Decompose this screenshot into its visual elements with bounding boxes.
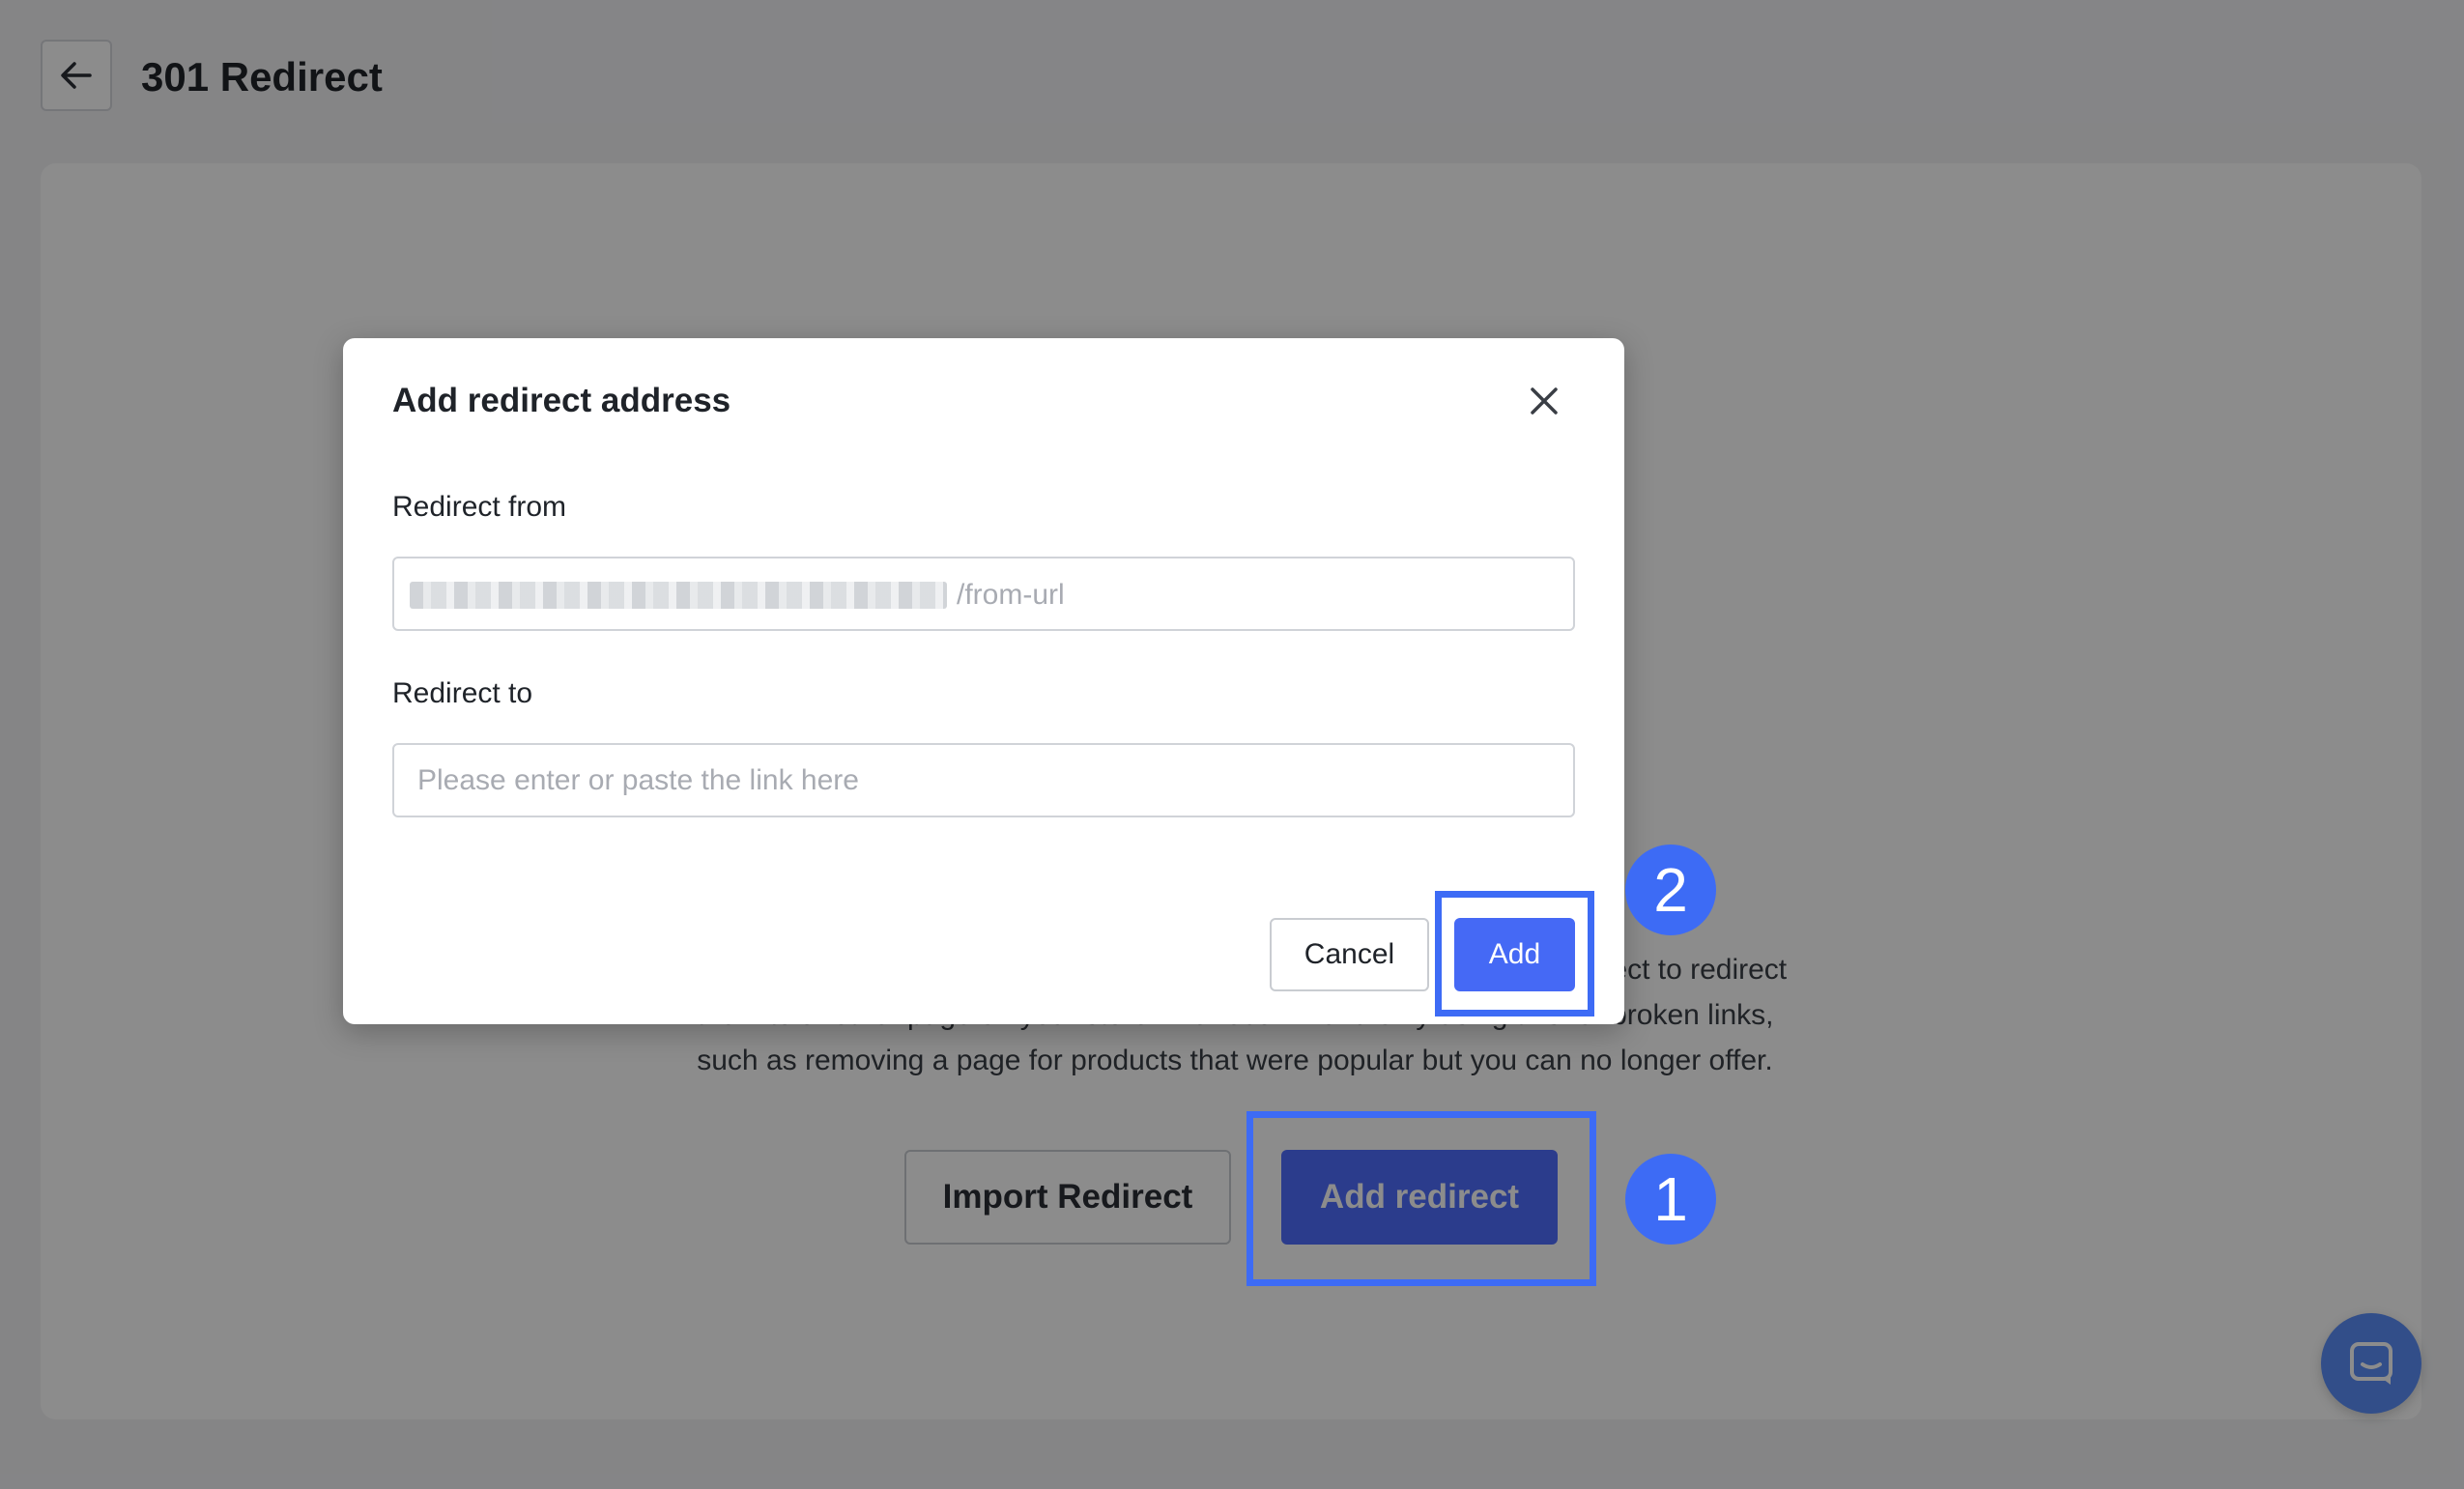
redirect-to-input[interactable] [394, 745, 1573, 816]
store-domain-blurred [410, 582, 947, 609]
redirect-from-field[interactable]: /from-url [392, 557, 1575, 631]
redirect-to-field [392, 743, 1575, 817]
step-badge-2: 2 [1625, 845, 1716, 935]
redirect-to-label: Redirect to [392, 677, 533, 709]
highlight-add-button [1435, 891, 1594, 1017]
cancel-button[interactable]: Cancel [1270, 918, 1429, 991]
redirect-from-suffix: /from-url [957, 579, 1065, 611]
highlight-add-redirect [1246, 1111, 1596, 1286]
modal-close-button[interactable] [1520, 377, 1568, 425]
step-badge-1: 1 [1625, 1154, 1716, 1245]
close-icon [1531, 387, 1558, 415]
add-redirect-modal: Add redirect address Redirect from /from… [343, 338, 1624, 1024]
redirect-from-label: Redirect from [392, 491, 567, 523]
modal-title: Add redirect address [392, 382, 731, 419]
